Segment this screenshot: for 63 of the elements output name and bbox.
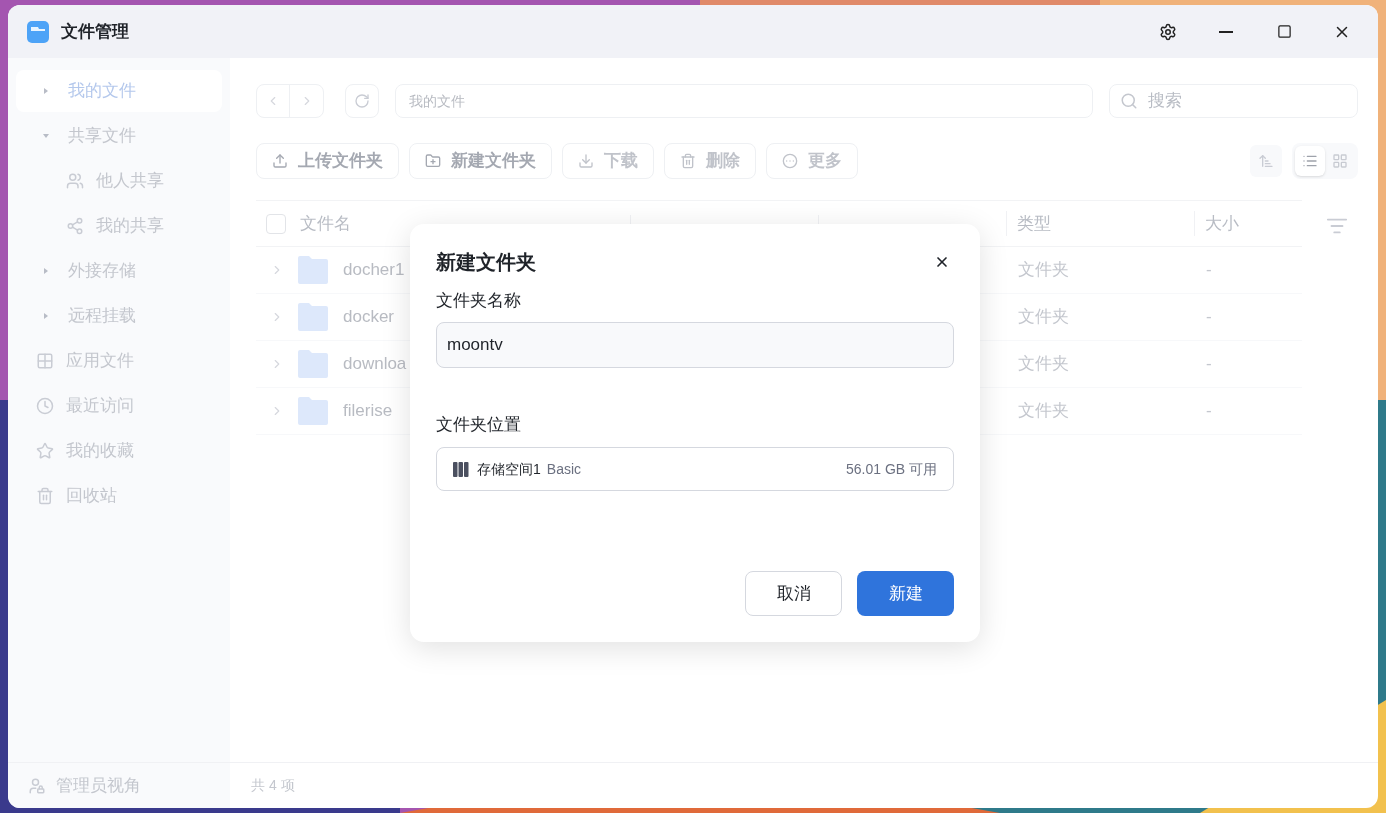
trash-icon: [680, 153, 696, 169]
download-icon: [578, 153, 594, 169]
maximize-icon: [1276, 24, 1292, 39]
list-view-button[interactable]: [1295, 146, 1325, 176]
upload-icon: [272, 153, 288, 169]
field-label: 文件夹名称: [436, 290, 522, 312]
close-icon: [934, 254, 950, 270]
table-cell: 文件夹: [1018, 260, 1069, 280]
folder-icon: [297, 396, 329, 426]
storage-name: 存储空间1: [477, 459, 541, 479]
folder-icon: [297, 255, 329, 285]
settings-icon: [1159, 22, 1177, 41]
file-name: filerise: [343, 400, 393, 423]
search-field[interactable]: 搜索: [1109, 84, 1358, 118]
table-cell: -: [1206, 260, 1212, 280]
location-select[interactable]: 存储空间1 Basic 56.01 GB 可用: [436, 447, 954, 491]
path-field[interactable]: 我的文件: [395, 84, 1093, 118]
refresh-button[interactable]: [345, 84, 379, 118]
folder-icon: [297, 349, 329, 379]
admin-icon: [28, 776, 46, 795]
select-all-checkbox[interactable]: [266, 213, 286, 234]
column-header[interactable]: 文件名: [300, 210, 351, 237]
refresh-icon: [354, 93, 370, 109]
table-cell: 文件夹: [1018, 401, 1069, 421]
trash-icon: [36, 487, 54, 505]
folder-name-field[interactable]: moontv: [436, 321, 954, 368]
storage-tag: Basic: [546, 458, 582, 480]
file-name: downloa: [343, 353, 407, 376]
toolbar-button[interactable]: 新建文件夹: [409, 143, 552, 179]
field-label: 文件夹位置: [436, 413, 522, 436]
table-cell: -: [1206, 307, 1212, 327]
file-name: docher1: [343, 259, 405, 282]
sort-button[interactable]: [1250, 145, 1282, 177]
table-cell: -: [1206, 354, 1212, 374]
create-button[interactable]: 新建: [857, 571, 954, 616]
star-icon: [36, 442, 54, 460]
minimize-icon: [1219, 30, 1233, 33]
share-icon: [66, 217, 84, 235]
file-name: docker: [343, 306, 395, 329]
search-placeholder: 搜索: [1148, 90, 1182, 113]
folder-plus-icon: [425, 153, 441, 169]
sort-icon: [1258, 153, 1274, 169]
storage-icon: [453, 461, 469, 477]
column-header[interactable]: 大小: [1205, 210, 1239, 237]
table-cell: 文件夹: [1018, 354, 1069, 374]
table-cell: 文件夹: [1018, 307, 1069, 327]
people-icon: [66, 172, 84, 190]
list-icon: [1302, 153, 1318, 169]
cancel-button[interactable]: 取消: [745, 571, 842, 616]
column-header[interactable]: 类型: [1017, 210, 1051, 237]
dialog-title: 新建文件夹: [436, 250, 536, 275]
table-cell: -: [1206, 401, 1212, 421]
apps-icon: [36, 352, 54, 370]
search-icon: [1120, 92, 1138, 110]
app-icon: [27, 20, 49, 43]
sidebar-item[interactable]: 我的文件: [16, 70, 222, 112]
grid-icon: [1332, 153, 1348, 169]
window-title: 文件管理: [61, 20, 129, 43]
free-space: 56.01 GB 可用: [845, 459, 937, 479]
toolbar-button[interactable]: 上传文件夹: [256, 143, 399, 179]
folder-icon: [297, 302, 329, 332]
more-icon: [782, 153, 798, 169]
clock-icon: [36, 397, 54, 415]
